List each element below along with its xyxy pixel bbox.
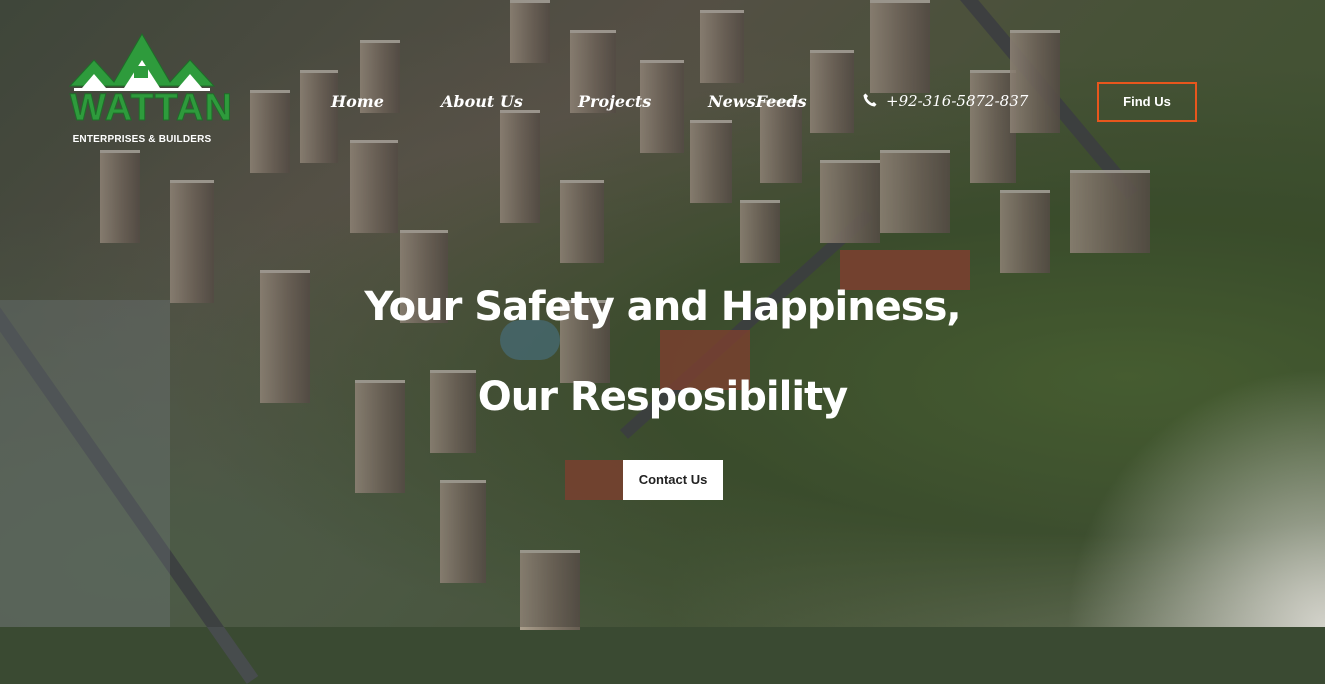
house-roof-icon [68,33,216,91]
phone-icon [863,93,877,107]
find-us-button[interactable]: Find Us [1097,82,1197,122]
hero-headline-line2: Our Resposibility [477,374,848,420]
contact-us-button[interactable]: Contact Us [623,460,723,500]
phone-number: +92-316-5872-837 [886,92,1029,110]
brand-logo[interactable]: WATTAN ENTERPRISES & BUILDERS [68,30,232,150]
phone-contact[interactable]: +92-316-5872-837 [862,92,1028,111]
logo-subtitle: ENTERPRISES & BUILDERS [72,134,212,145]
nav-about-us[interactable]: About Us [441,92,523,111]
hero-headline-line1: Your Safety and Happiness, [364,284,961,330]
nav-newsfeeds[interactable]: NewsFeeds [708,92,807,111]
nav-home[interactable]: Home [331,92,384,111]
nav-projects[interactable]: Projects [578,92,651,111]
